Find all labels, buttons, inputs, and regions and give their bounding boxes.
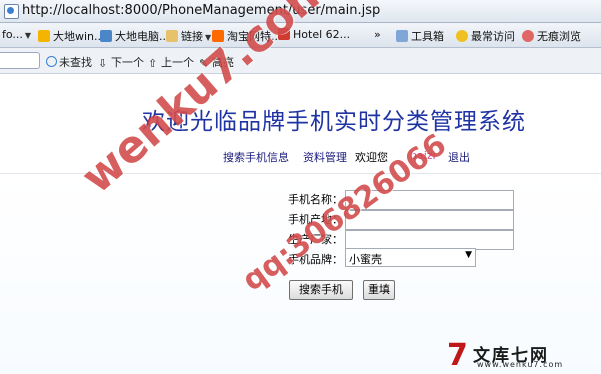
chevron-down-icon: ▼ [205,33,212,42]
favorite-label: fo... [2,28,23,41]
find-input[interactable] [0,52,40,69]
favorite-item[interactable]: 工具箱 [396,28,444,43]
more-chevron-icon[interactable]: » [374,28,381,43]
toolbox-icon [396,30,408,42]
brand-select[interactable]: 小蜜壳 ▼ [345,248,476,267]
arrow-down-icon: ⇩ [98,57,108,70]
page-icon [4,4,19,19]
find-status-button[interactable]: 未查找 [46,54,92,70]
favorite-item[interactable]: fo... ▼ [2,28,31,43]
folder-icon [166,30,178,42]
page-icon [38,30,50,42]
favorite-label: 无痕浏览 [537,30,581,43]
favorite-item[interactable]: 大地win... [38,28,105,43]
favorite-label: 链接 [181,30,203,43]
find-bar: 未查找 ⇩ 下一个 ⇧ 上一个 ✎ 高亮 [0,48,601,74]
manufacturer-input[interactable] [345,230,514,250]
wenku7-logo: 7 文库七网 www.wenku7.com [447,338,597,373]
incognito-icon [522,30,534,42]
logo-mark-icon: 7 [447,338,468,373]
nav-search-link[interactable]: 搜索手机信息 [223,149,289,165]
favorite-item[interactable]: 无痕浏览 [522,28,581,43]
find-next-button[interactable]: ⇩ 下一个 [98,54,144,70]
favorite-label: 工具箱 [411,30,444,43]
find-status-label: 未查找 [59,56,92,69]
chevron-down-icon: ▼ [24,31,32,40]
favorite-item[interactable]: 最常访问 [456,28,515,43]
logout-link[interactable]: 退出 [448,149,470,165]
chevron-down-icon: ▼ [465,250,472,260]
search-icon [46,56,57,67]
page-icon [100,30,112,42]
favorite-item[interactable]: 链接 ▼ [166,28,211,43]
favorite-label: 大地win... [53,30,105,43]
brand-selected-value: 小蜜壳 [349,253,382,266]
logo-url: www.wenku7.com [477,360,564,369]
arrow-up-icon: ⇧ [148,57,158,70]
search-phone-button[interactable]: 搜索手机 [289,280,353,300]
nav-profile-link[interactable]: 资料管理 [303,149,347,165]
favorite-item[interactable]: 大地电脑... [100,28,170,43]
favorite-label: 大地电脑... [115,30,170,43]
favorite-label: 最常访问 [471,30,515,43]
reset-button[interactable]: 重填 [363,280,395,300]
star-icon [456,30,468,42]
find-next-label: 下一个 [111,56,144,69]
